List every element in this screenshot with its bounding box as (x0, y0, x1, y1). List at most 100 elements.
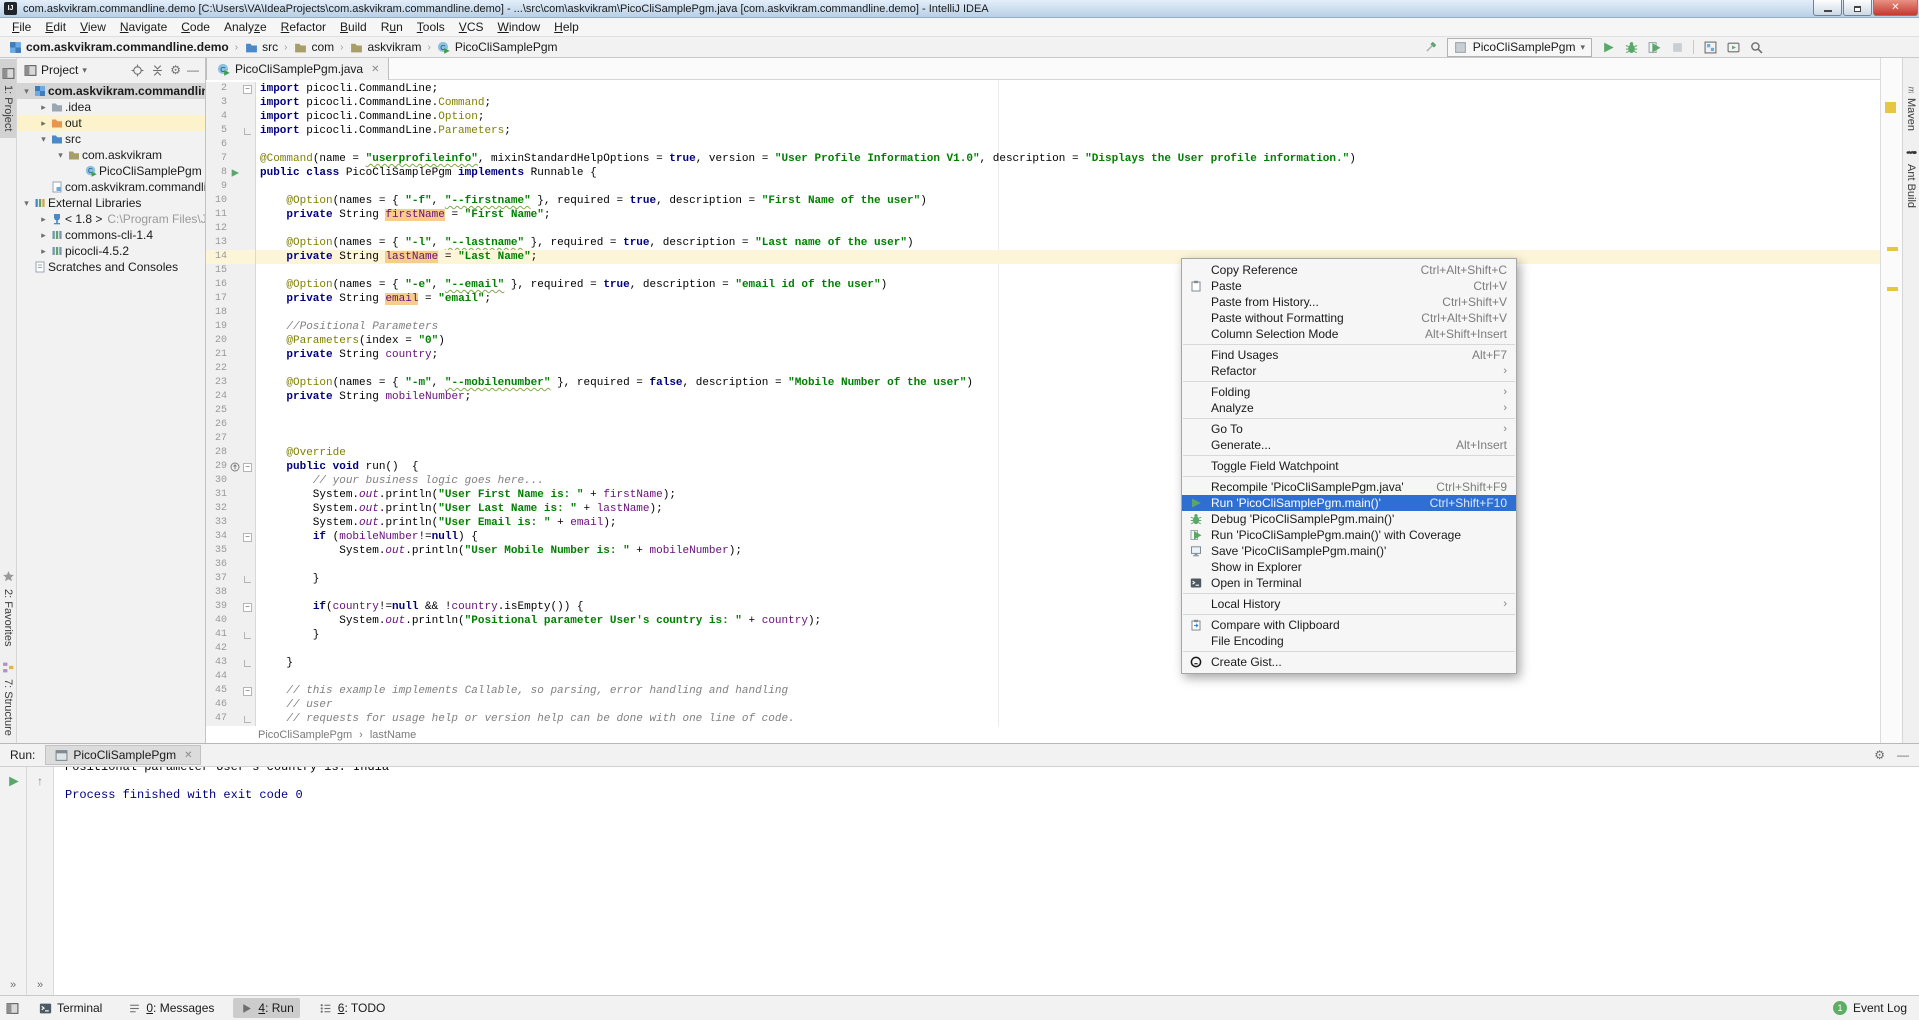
close-button[interactable]: ✕ (1873, 0, 1918, 16)
tree-item-external-libraries[interactable]: ▾External Libraries (17, 195, 205, 211)
tree-item-commons-cli-1-4[interactable]: ▸commons-cli-1.4 (17, 227, 205, 243)
statusbar-0-messages[interactable]: 0: Messages (121, 998, 220, 1018)
context-item-recompile-picoclisamplepgm-java[interactable]: Recompile 'PicoCliSamplePgm.java'Ctrl+Sh… (1182, 479, 1516, 495)
gutter[interactable]: 25 (206, 404, 256, 418)
tree-item-1-8[interactable]: ▸< 1.8 >C:\Program Files\Java\j (17, 211, 205, 227)
fold-icon[interactable] (242, 656, 253, 670)
context-item-create-gist[interactable]: Create Gist... (1182, 654, 1516, 670)
gutter[interactable]: 18 (206, 306, 256, 320)
gutter[interactable]: 22 (206, 362, 256, 376)
settings-gear-icon[interactable]: ⚙ (170, 63, 181, 77)
menu-code[interactable]: Code (174, 18, 217, 36)
tool2-icon[interactable] (1726, 40, 1740, 54)
menu-run[interactable]: Run (374, 18, 410, 36)
gutter[interactable]: 46 (206, 698, 256, 712)
context-item-find-usages[interactable]: Find UsagesAlt+F7 (1182, 347, 1516, 363)
context-item-folding[interactable]: Folding› (1182, 384, 1516, 400)
tool-stripe-1-project[interactable]: 1: Project (0, 59, 16, 138)
run-icon[interactable] (1601, 40, 1615, 54)
gutter[interactable]: 28 (206, 446, 256, 460)
tree-item-com-askvikram-commandline-d[interactable]: com.askvikram.commandline.d (17, 179, 205, 195)
inspection-indicator[interactable] (1885, 102, 1896, 113)
open-arrow-icon[interactable]: ▾ (55, 150, 66, 161)
context-item-generate[interactable]: Generate...Alt+Insert (1182, 437, 1516, 453)
gutter[interactable]: 10 (206, 194, 256, 208)
tree-item-src[interactable]: ▾src (17, 131, 205, 147)
menu-tools[interactable]: Tools (410, 18, 452, 36)
context-item-paste-without-formatting[interactable]: Paste without FormattingCtrl+Alt+Shift+V (1182, 310, 1516, 326)
context-item-paste-from-history[interactable]: Paste from History...Ctrl+Shift+V (1182, 294, 1516, 310)
gutter[interactable]: 37 (206, 572, 256, 586)
rerun-icon[interactable] (6, 774, 20, 788)
context-item-run-picoclisamplepgm-main-with-coverage[interactable]: Run 'PicoCliSamplePgm.main()' with Cover… (1182, 527, 1516, 543)
tree-item-out[interactable]: ▸out (17, 115, 205, 131)
chevron-down-icon[interactable]: ▾ (82, 65, 87, 76)
restore-button[interactable] (1843, 0, 1872, 16)
event-log[interactable]: 1Event Log (1833, 1001, 1907, 1015)
run-configuration-select[interactable]: PicoCliSamplePgm▾ (1447, 38, 1592, 57)
run-console-output[interactable]: Positional parameter User's country is: … (54, 767, 1919, 995)
warning-mark[interactable] (1887, 287, 1898, 291)
menu-vcs[interactable]: VCS (452, 18, 491, 36)
breadcrumb-com-askvikram-commandline-demo[interactable]: com.askvikram.commandline.demo (8, 40, 229, 54)
gutter[interactable]: 45− (206, 684, 256, 698)
closed-arrow-icon[interactable]: ▸ (38, 246, 49, 257)
fold-icon[interactable]: − (242, 460, 253, 474)
context-item-paste[interactable]: PasteCtrl+V (1182, 278, 1516, 294)
menu-navigate[interactable]: Navigate (113, 18, 174, 36)
fold-icon[interactable] (242, 124, 253, 138)
gutter[interactable]: 15 (206, 264, 256, 278)
menu-edit[interactable]: Edit (38, 18, 73, 36)
gutter[interactable]: 30 (206, 474, 256, 488)
gutter[interactable]: 39− (206, 600, 256, 614)
warning-mark[interactable] (1887, 247, 1898, 251)
context-item-refactor[interactable]: Refactor› (1182, 363, 1516, 379)
project-panel-title[interactable]: Project (41, 63, 78, 77)
locate-icon[interactable] (130, 63, 144, 77)
minimize-button[interactable] (1813, 0, 1842, 16)
gutter[interactable]: 34− (206, 530, 256, 544)
gutter[interactable]: 6 (206, 138, 256, 152)
context-item-analyze[interactable]: Analyze› (1182, 400, 1516, 416)
gutter[interactable]: 42 (206, 642, 256, 656)
menu-file[interactable]: File (5, 18, 38, 36)
gutter[interactable]: 33 (206, 516, 256, 530)
search-icon[interactable] (1749, 40, 1763, 54)
fold-icon[interactable]: − (242, 530, 253, 544)
gutter[interactable]: 14 (206, 250, 256, 264)
code-editor[interactable]: 2−import picocli.CommandLine;3import pic… (206, 80, 1880, 726)
hide-panel-icon[interactable]: — (1897, 748, 1909, 762)
expand-icon[interactable]: » (10, 979, 16, 991)
settings-gear-icon[interactable]: ⚙ (1874, 748, 1885, 762)
context-item-file-encoding[interactable]: File Encoding (1182, 633, 1516, 649)
context-item-copy-reference[interactable]: Copy ReferenceCtrl+Alt+Shift+C (1182, 262, 1516, 278)
context-item-debug-picoclisamplepgm-main[interactable]: Debug 'PicoCliSamplePgm.main()' (1182, 511, 1516, 527)
hammer-icon[interactable] (1424, 40, 1438, 54)
context-item-go-to[interactable]: Go To› (1182, 421, 1516, 437)
stop-icon[interactable] (1670, 40, 1684, 54)
fold-icon[interactable]: − (242, 684, 253, 698)
gutter[interactable]: 13 (206, 236, 256, 250)
gutter[interactable]: 17 (206, 292, 256, 306)
fold-icon[interactable] (242, 712, 253, 726)
closed-arrow-icon[interactable]: ▸ (38, 102, 49, 113)
gutter[interactable]: 29− (206, 460, 256, 474)
gutter[interactable]: 47 (206, 712, 256, 726)
gutter[interactable]: 12 (206, 222, 256, 236)
context-item-show-in-explorer[interactable]: Show in Explorer (1182, 559, 1516, 575)
tree-item-com-askvikram[interactable]: ▾com.askvikram (17, 147, 205, 163)
tree-item-com-askvikram-commandline-demo[interactable]: ▾com.askvikram.commandline.demo (17, 83, 205, 99)
gutter[interactable]: 3 (206, 96, 256, 110)
error-stripe[interactable] (1880, 58, 1902, 743)
ovr-gutter-icon[interactable] (228, 460, 242, 474)
context-item-save-picoclisamplepgm-main[interactable]: Save 'PicoCliSamplePgm.main()' (1182, 543, 1516, 559)
tree-item-picocli-4-5-2[interactable]: ▸picocli-4.5.2 (17, 243, 205, 259)
gutter[interactable]: 2− (206, 82, 256, 96)
gutter[interactable]: 31 (206, 488, 256, 502)
breadcrumb-com[interactable]: com (293, 40, 334, 54)
closed-arrow-icon[interactable]: ▸ (38, 118, 49, 129)
open-arrow-icon[interactable]: ▾ (21, 198, 32, 209)
closed-arrow-icon[interactable]: ▸ (38, 230, 49, 241)
open-arrow-icon[interactable]: ▾ (21, 86, 32, 97)
statusbar-terminal[interactable]: Terminal (32, 998, 108, 1018)
